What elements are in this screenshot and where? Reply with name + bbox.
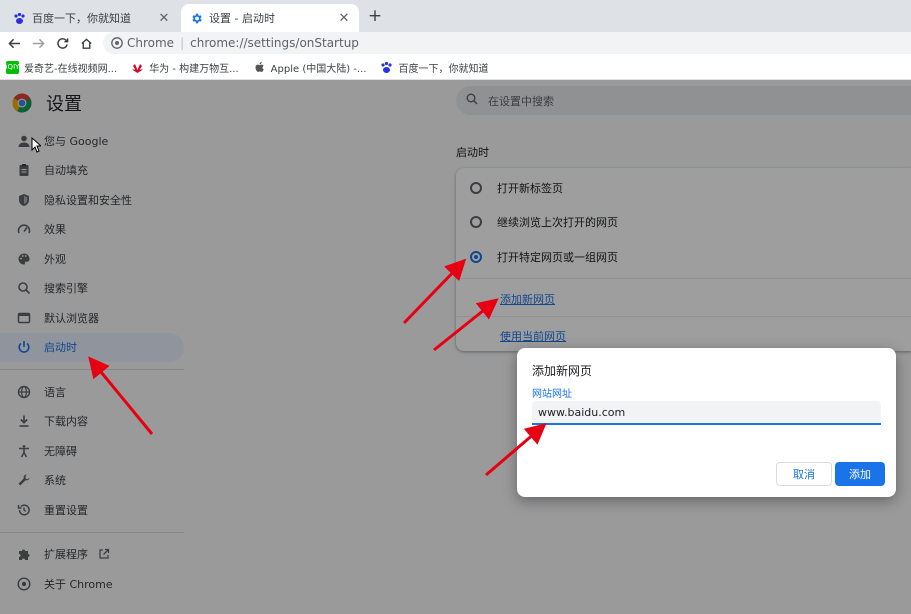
tab-settings[interactable]: 设置 - 启动时 ✕ bbox=[181, 4, 359, 32]
settings-gear-icon bbox=[189, 11, 203, 25]
new-tab-button[interactable]: + bbox=[366, 6, 384, 26]
bookmark-baidu[interactable]: 百度一下，你就知道 bbox=[380, 60, 488, 75]
home-button[interactable] bbox=[74, 32, 98, 54]
tab-strip: 百度一下，你就知道 ✕ 设置 - 启动时 ✕ + bbox=[0, 0, 911, 32]
bookmark-huawei[interactable]: 华为 - 构建万物互... bbox=[131, 60, 239, 75]
omnibox-separator: | bbox=[180, 36, 185, 50]
add-button[interactable]: 添加 bbox=[835, 462, 885, 486]
apple-icon bbox=[253, 61, 266, 74]
bookmark-label: 爱奇艺-在线视频网... bbox=[24, 63, 118, 75]
baidu-paw-icon bbox=[12, 11, 26, 25]
site-url-label: 网站网址 bbox=[532, 389, 572, 400]
mouse-cursor-icon bbox=[31, 137, 41, 153]
close-tab-icon[interactable]: ✕ bbox=[157, 11, 171, 26]
reload-icon bbox=[56, 37, 68, 49]
bookmark-label: Apple (中国大陆) -... bbox=[270, 63, 367, 75]
tab-baidu[interactable]: 百度一下，你就知道 ✕ bbox=[4, 4, 179, 32]
bookmark-label: 百度一下，你就知道 bbox=[398, 63, 489, 75]
cancel-button[interactable]: 取消 bbox=[776, 462, 832, 486]
arrow-right-icon bbox=[32, 38, 45, 48]
url-text: chrome://settings/onStartup bbox=[190, 36, 359, 50]
tab-title: 百度一下，你就知道 bbox=[32, 12, 131, 25]
chrome-site-icon bbox=[111, 37, 123, 49]
close-tab-icon[interactable]: ✕ bbox=[337, 11, 351, 26]
forward-button[interactable] bbox=[26, 32, 50, 54]
arrow-left-icon bbox=[7, 38, 20, 48]
baidu-paw-icon bbox=[380, 61, 393, 74]
dialog-title: 添加新网页 bbox=[532, 364, 593, 378]
site-chip: Chrome bbox=[127, 36, 175, 50]
huawei-icon bbox=[131, 61, 144, 74]
home-icon bbox=[80, 37, 92, 49]
tab-title: 设置 - 启动时 bbox=[209, 12, 275, 25]
address-bar[interactable]: Chrome | chrome://settings/onStartup bbox=[103, 32, 911, 54]
back-button[interactable] bbox=[2, 32, 26, 54]
bookmarks-bar: iQIY 爱奇艺-在线视频网... 华为 - 构建万物互... Apple (中… bbox=[0, 55, 911, 80]
iqiyi-icon: iQIY bbox=[6, 60, 19, 74]
site-url-input[interactable] bbox=[532, 401, 881, 425]
bookmark-label: 华为 - 构建万物互... bbox=[149, 63, 239, 75]
browser-toolbar: Chrome | chrome://settings/onStartup bbox=[0, 32, 911, 54]
reload-button[interactable] bbox=[50, 32, 74, 54]
bookmark-iqiyi[interactable]: iQIY 爱奇艺-在线视频网... bbox=[6, 60, 117, 75]
add-page-dialog: 添加新网页 网站网址 取消 添加 bbox=[517, 348, 896, 497]
modal-backdrop[interactable] bbox=[0, 80, 911, 614]
bookmark-apple[interactable]: Apple (中国大陆) -... bbox=[253, 60, 367, 75]
